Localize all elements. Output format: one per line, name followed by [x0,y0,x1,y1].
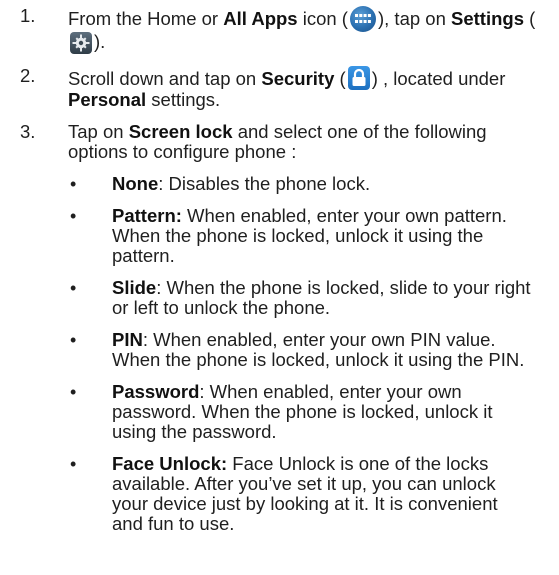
option-name: Password [112,381,200,402]
option-description: When the phone is locked, slide to your … [112,277,531,318]
all-apps-icon [349,6,376,32]
option-pattern: • Pattern: When enabled, enter your own … [8,206,551,266]
bullet-icon: • [70,382,77,402]
security-label: Security [261,68,335,89]
step-text: ). [94,31,106,52]
all-apps-label: All Apps [223,8,298,29]
option-description: Disables the phone lock. [163,173,371,194]
step-text: ), tap on [377,8,451,29]
step-3: 3. Tap on Screen lock and select one of … [8,122,551,162]
step-text: Scroll down and tap on [68,68,262,89]
screen-lock-label: Screen lock [128,121,233,142]
bullet-icon: • [70,454,77,474]
option-description: When enabled, enter your own PIN value. … [112,329,525,370]
settings-label: Settings [451,8,524,29]
step-text: Tap on [68,121,129,142]
bullet-icon: • [70,330,77,350]
step-text: settings. [146,89,221,110]
step-text: icon ( [297,8,348,29]
bullet-icon: • [70,278,77,298]
option-name: Pattern: [112,205,182,226]
option-password: • Password: When enabled, enter your own… [8,382,551,442]
option-name: Face Unlock: [112,453,228,474]
lock-options-list: • None: Disables the phone lock. • Patte… [8,174,551,534]
step-text: ( [523,8,536,29]
option-name: Slide [112,277,157,298]
step-text: From the Home or [68,8,224,29]
option-none: • None: Disables the phone lock. [8,173,551,195]
personal-label: Personal [68,89,147,110]
instructions-document: 1. From the Home or All Apps icon ( ), ta… [0,0,559,534]
step-number: 2. [20,65,36,86]
step-number: 3. [20,121,36,142]
step-number: 1. [20,5,36,26]
settings-icon [70,32,92,54]
option-slide: • Slide: When the phone is locked, slide… [8,278,551,318]
option-pin: • PIN: When enabled, enter your own PIN … [8,330,551,370]
security-lock-icon [347,66,370,90]
step-text: ( [334,68,346,89]
step-1: 1. From the Home or All Apps icon ( ), ta… [8,6,551,54]
step-text: ) , located under [371,68,506,89]
step-2: 2. Scroll down and tap on Security ( ) , … [8,66,551,110]
bullet-icon: • [70,206,77,226]
bullet-icon: • [70,174,77,194]
option-name: None [112,173,159,194]
option-name: PIN [112,329,143,350]
option-face-unlock: • Face Unlock: Face Unlock is one of the… [8,454,551,534]
